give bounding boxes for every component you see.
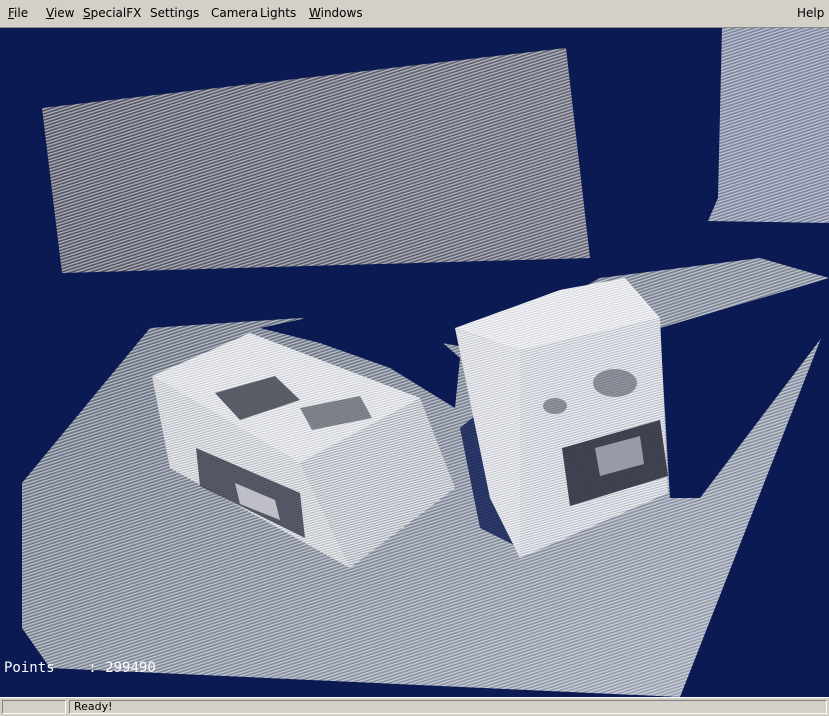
menu-windows-mnemonic: W bbox=[309, 6, 321, 20]
menu-file-label: ile bbox=[14, 6, 29, 20]
3d-point-cloud-viewport[interactable]: Points : 299490 bbox=[0, 28, 829, 697]
menu-specialfx[interactable]: SpecialFX bbox=[83, 6, 141, 20]
point-cloud-render bbox=[0, 28, 829, 697]
menu-file[interactable]: File bbox=[8, 6, 28, 20]
points-separator: : bbox=[88, 660, 97, 676]
menu-view-mnemonic: V bbox=[46, 6, 54, 20]
status-cell-left bbox=[2, 700, 66, 714]
menu-specialfx-label: pecialFX bbox=[90, 6, 142, 20]
points-label: Points bbox=[4, 660, 55, 676]
menu-camera[interactable]: Camera bbox=[211, 6, 258, 20]
back-wall-surface bbox=[42, 48, 590, 273]
menu-specialfx-mnemonic: S bbox=[83, 6, 91, 20]
menu-bar: File View SpecialFX Settings Camera Ligh… bbox=[0, 0, 829, 28]
status-bar: Ready! bbox=[0, 697, 829, 716]
menu-settings[interactable]: Settings bbox=[150, 6, 199, 20]
menu-lights-label: Lights bbox=[260, 6, 297, 20]
menu-view-label: iew bbox=[53, 6, 75, 20]
menu-windows-label: indows bbox=[320, 6, 363, 20]
menu-windows[interactable]: Windows bbox=[309, 6, 363, 20]
menu-settings-label: Settings bbox=[150, 6, 200, 20]
status-message: Ready! bbox=[69, 700, 827, 714]
points-readout: Points : 299490 bbox=[4, 660, 156, 676]
right-wall-fragment bbox=[708, 28, 829, 223]
menu-help[interactable]: Help bbox=[797, 6, 824, 20]
menu-lights[interactable]: Lights bbox=[260, 6, 296, 20]
menu-camera-label: Camera bbox=[211, 6, 259, 20]
menu-view[interactable]: View bbox=[46, 6, 74, 20]
menu-help-label: Help bbox=[797, 6, 825, 20]
points-value: 299490 bbox=[105, 660, 156, 676]
